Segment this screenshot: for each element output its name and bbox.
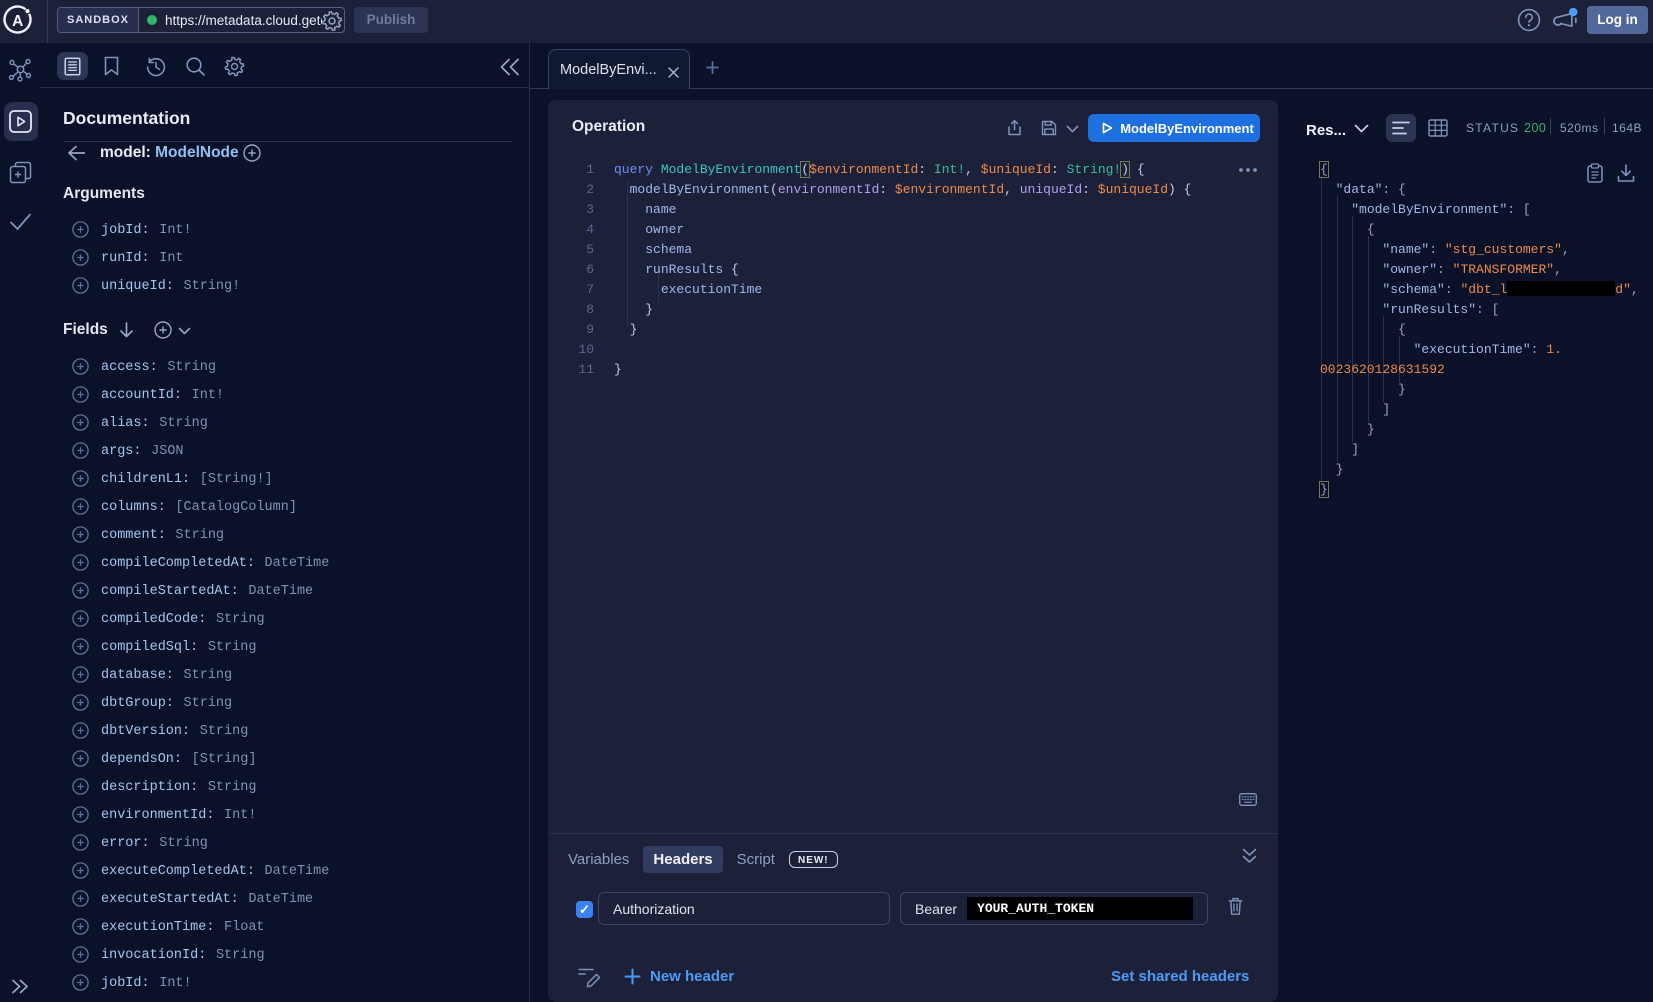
- svg-text:A: A: [12, 13, 23, 30]
